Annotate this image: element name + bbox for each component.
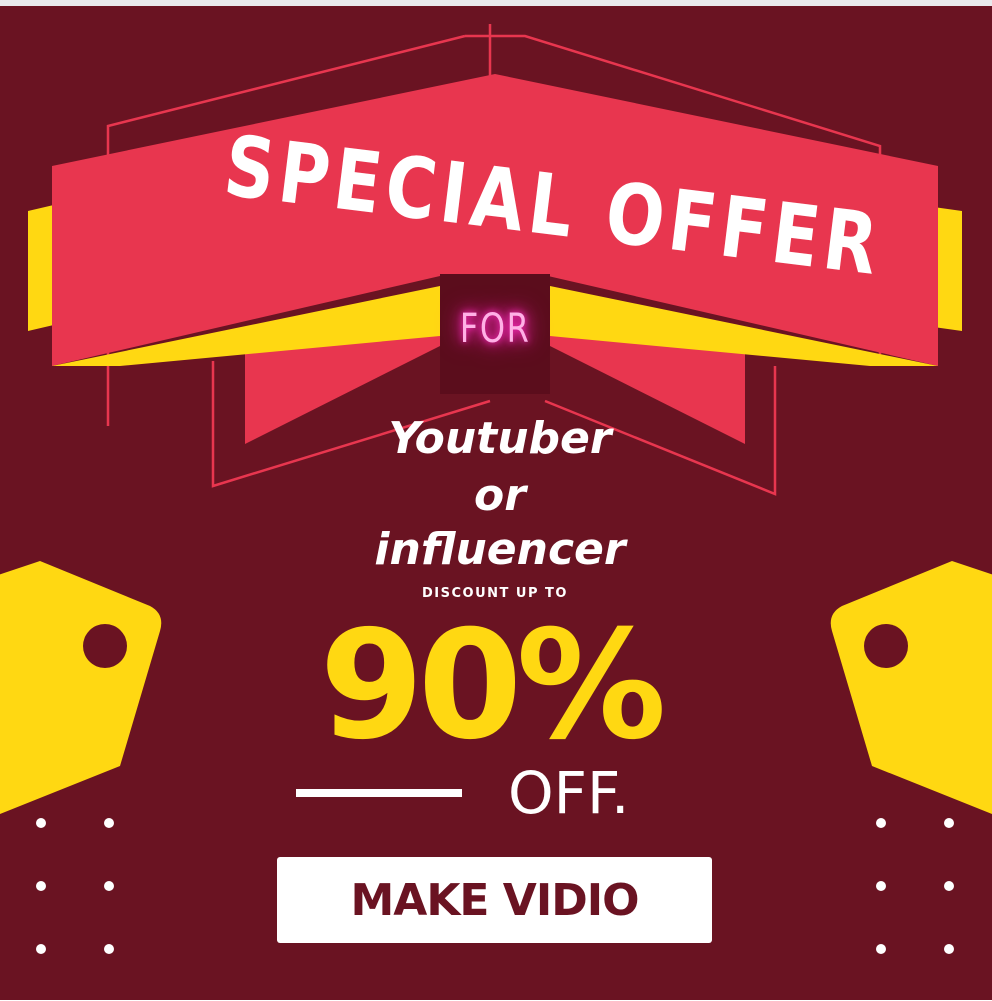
off-label: OFF. bbox=[508, 759, 630, 827]
decor-dot bbox=[876, 818, 886, 828]
for-neon-box: FOR bbox=[440, 274, 550, 394]
make-video-button-label: MAKE VIDIO bbox=[350, 874, 639, 926]
decor-dot bbox=[36, 881, 46, 891]
make-video-button[interactable]: MAKE VIDIO bbox=[277, 857, 712, 943]
decor-dot bbox=[944, 881, 954, 891]
promo-poster: SPECIAL OFFER FOR Youtuber or influencer… bbox=[0, 6, 992, 1000]
decor-dot bbox=[944, 818, 954, 828]
discount-percent: 90% bbox=[319, 599, 666, 773]
off-divider bbox=[296, 789, 462, 797]
audience-line-2: or bbox=[474, 470, 526, 521]
decor-dot bbox=[36, 944, 46, 954]
decor-dot bbox=[876, 944, 886, 954]
for-neon-text: FOR bbox=[459, 306, 531, 352]
price-tag-icon bbox=[830, 561, 992, 814]
decor-dot bbox=[876, 881, 886, 891]
decor-dot bbox=[104, 944, 114, 954]
decor-dot bbox=[36, 818, 46, 828]
audience-line-1: Youtuber bbox=[388, 413, 612, 464]
decor-dot bbox=[104, 881, 114, 891]
decor-dot bbox=[104, 818, 114, 828]
audience-line-3: influencer bbox=[374, 524, 626, 575]
decor-dot bbox=[944, 944, 954, 954]
price-tag-icon bbox=[0, 561, 162, 814]
